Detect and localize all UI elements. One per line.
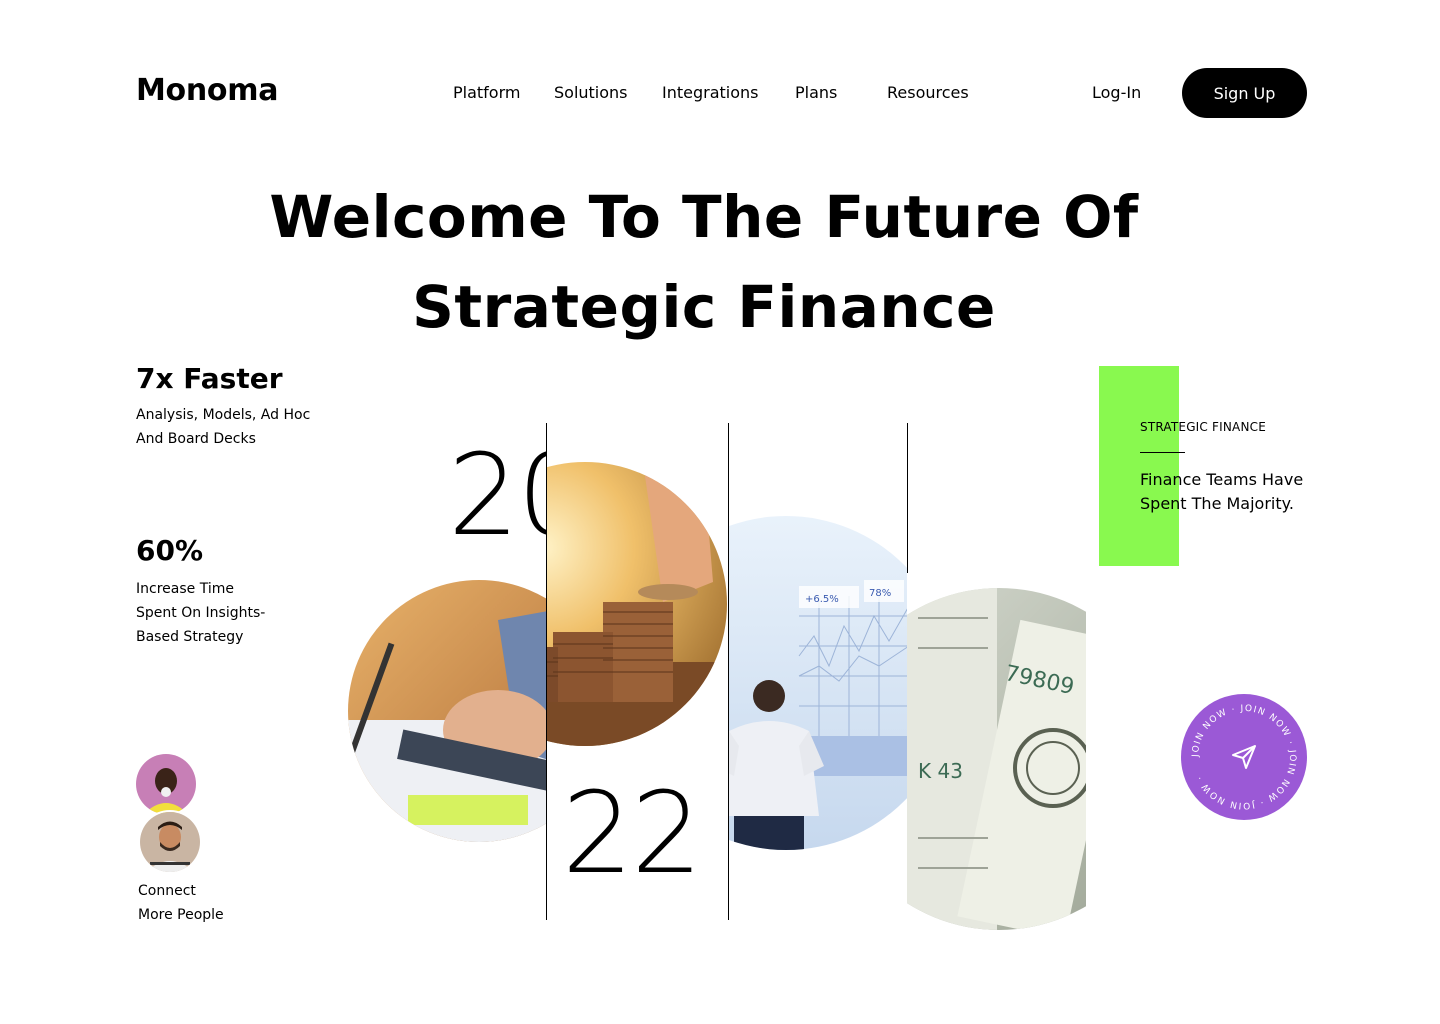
stat-desc-line: Spent On Insights- <box>136 605 266 621</box>
stat-faster: 7x Faster Analysis, Models, Ad Hoc And B… <box>136 362 310 451</box>
photo-writing <box>348 580 546 842</box>
photo-coins-image <box>547 462 727 746</box>
stat-title: 60% <box>136 534 204 567</box>
nav-plans[interactable]: Plans <box>795 83 837 102</box>
nav-solutions[interactable]: Solutions <box>554 83 628 102</box>
stat-desc-line: Analysis, Models, Ad Hoc <box>136 407 311 423</box>
side-card-rule <box>1140 452 1185 453</box>
chart-stat-2: 78% <box>869 588 891 599</box>
side-card-text-line: Finance Teams Have <box>1140 470 1304 489</box>
accent-block <box>1099 366 1179 566</box>
avatar-woman-image <box>136 754 196 814</box>
nav-integrations[interactable]: Integrations <box>662 83 759 102</box>
hero-line-2: Strategic Finance <box>412 273 996 341</box>
stat-desc-line: Increase Time <box>136 581 234 597</box>
signup-button[interactable]: Sign Up <box>1182 68 1307 118</box>
side-card-label: STRATEGIC FINANCE <box>1140 420 1266 434</box>
connect-line: Connect <box>138 883 196 899</box>
photo-money: 79809 K 43 <box>907 588 1086 931</box>
avatar-woman[interactable] <box>136 754 196 814</box>
photo-money-image: 79809 K 43 <box>907 588 1086 930</box>
divider-line <box>907 423 908 573</box>
connect-line: More People <box>138 907 224 923</box>
photo-analyst: +6.5% 78% <box>729 516 907 850</box>
send-arrow-icon <box>1232 745 1256 769</box>
join-now-button[interactable]: JOIN NOW · JOIN NOW · JOIN NOW · JOIN NO… <box>1181 694 1307 820</box>
nav-platform[interactable]: Platform <box>453 83 520 102</box>
side-card-text-line: Spent The Majority. <box>1140 494 1294 513</box>
brand-logo[interactable]: Monoma <box>136 73 278 108</box>
svg-text:K 43: K 43 <box>918 759 963 783</box>
hero-heading: Welcome To The Future Of Strategic Finan… <box>200 172 1208 352</box>
stat-percent: 60% Increase Time Spent On Insights- Bas… <box>136 534 265 649</box>
hero-line-1: Welcome To The Future Of <box>269 183 1139 251</box>
year-part-1: 20 <box>448 440 546 550</box>
side-card-text: Finance Teams Have Spent The Majority. <box>1140 468 1320 516</box>
join-now-badge: JOIN NOW · JOIN NOW · JOIN NOW · JOIN NO… <box>1191 704 1296 810</box>
photo-analyst-image: +6.5% 78% <box>729 516 907 850</box>
avatar-man[interactable] <box>138 810 202 874</box>
nav-resources[interactable]: Resources <box>887 83 969 102</box>
chart-stat-1: +6.5% <box>805 594 839 605</box>
connect-caption: Connect More People <box>138 879 224 927</box>
photo-writing-image <box>348 580 546 842</box>
stat-desc: Increase Time Spent On Insights- Based S… <box>136 577 265 649</box>
stat-title: 7x Faster <box>136 362 283 395</box>
stat-desc-line: Based Strategy <box>136 629 244 645</box>
year-part-2: 22 <box>562 769 703 899</box>
avatar-man-image <box>140 812 200 872</box>
login-link[interactable]: Log-In <box>1092 83 1141 102</box>
year-part-1-clip: 20 <box>440 440 546 550</box>
photo-coins <box>547 462 728 747</box>
stat-desc: Analysis, Models, Ad Hoc And Board Decks <box>136 403 310 451</box>
stat-desc-line: And Board Decks <box>136 431 256 447</box>
